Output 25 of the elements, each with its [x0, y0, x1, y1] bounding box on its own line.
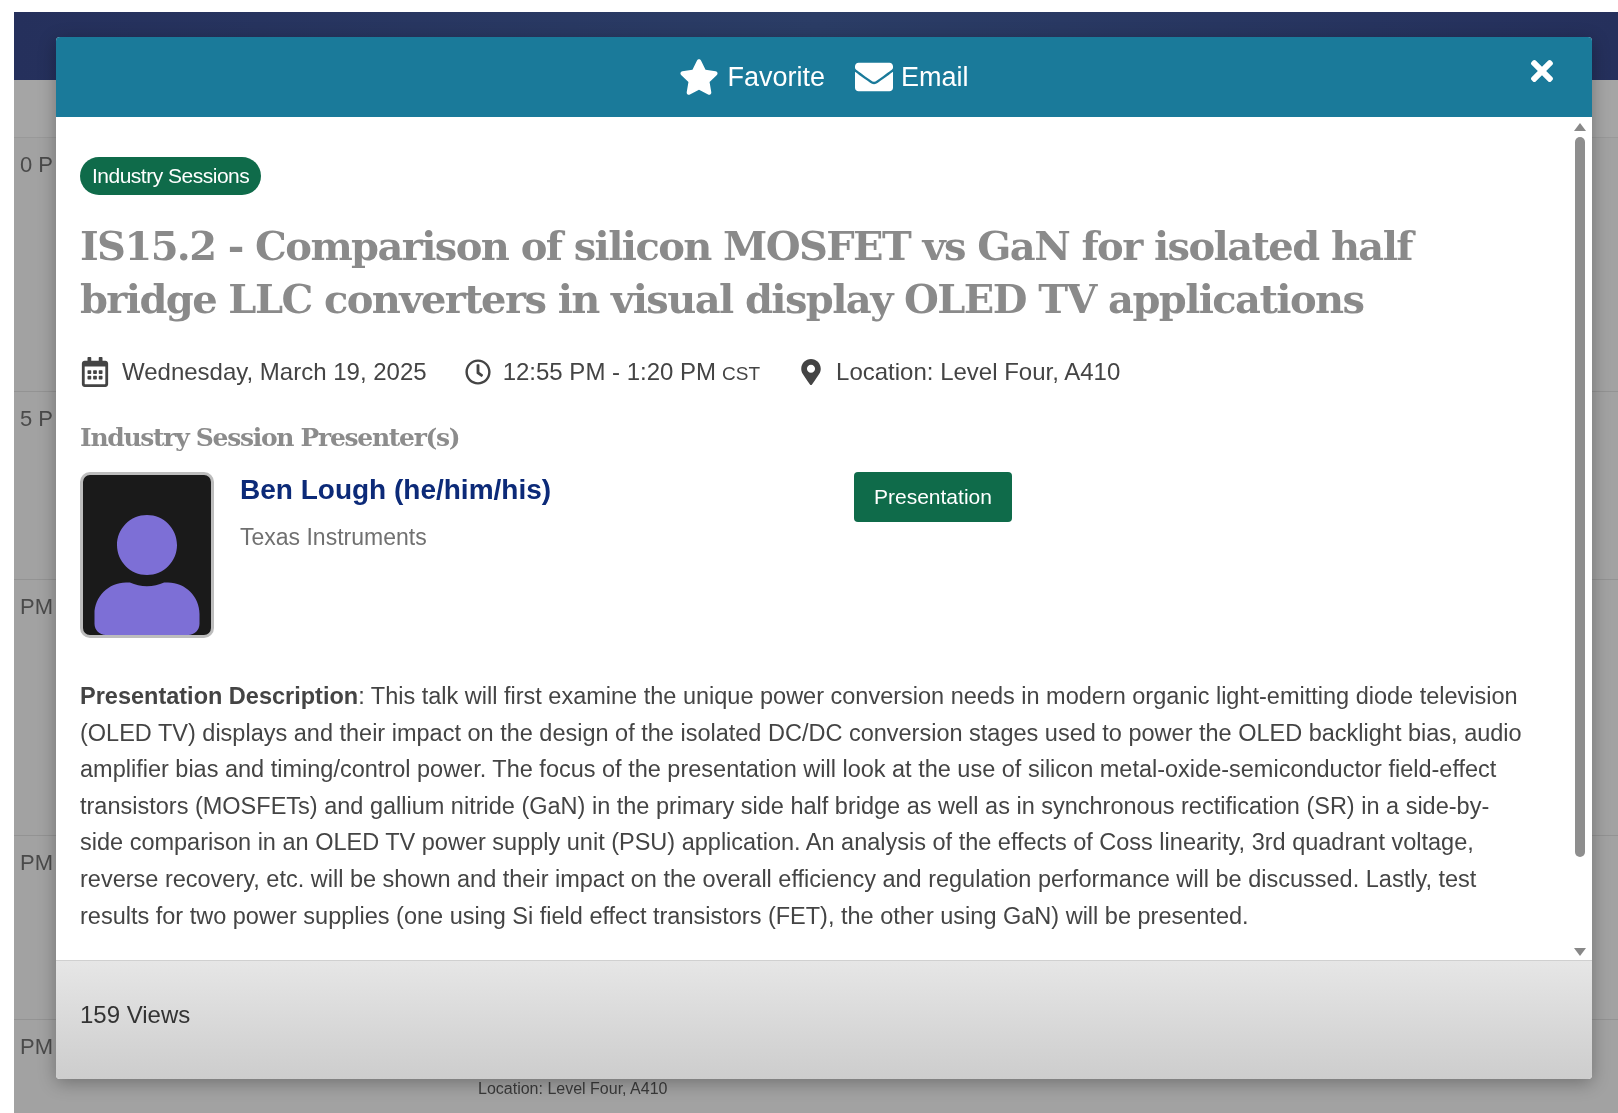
- time-label: 5 P: [20, 406, 54, 431]
- session-time: 12:55 PM - 1:20 PM CST: [502, 358, 761, 386]
- scrollbar[interactable]: [1572, 123, 1588, 956]
- favorite-button[interactable]: Favorite: [679, 57, 825, 97]
- session-location: Location: Level Four, A410: [836, 358, 1121, 386]
- star-icon: [679, 57, 720, 97]
- presenter-name-link[interactable]: Ben Lough (he/him/his): [240, 474, 552, 506]
- time-label: 0 P: [20, 152, 54, 177]
- email-button[interactable]: Email: [855, 58, 969, 96]
- session-date: Wednesday, March 19, 2025: [122, 358, 427, 386]
- clock-icon: [464, 359, 491, 385]
- presentation-button[interactable]: Presentation: [854, 472, 1012, 522]
- category-badge: Industry Sessions: [80, 157, 262, 195]
- session-title: IS15.2 - Comparison of silicon MOSFET vs GaN for isolated half bridge LLC converters in visual display OLED TV applications: [80, 219, 1500, 325]
- view-count: 159 Views: [80, 1001, 191, 1029]
- presentation-description: Presentation Description: This talk will first examine the unique power conversion needs in modern organic light-emitting diode television (OLED TV) displays and their impact on the design of the isolated DC/DC conversion stages used to power the OLED backlight bias, audio amplifier bias and timing/control power. The focus of the presentation will look at the use of silicon metal-oxide-semiconductor field-effect transistors (MOSFETs) and gallium nitride (GaN) in the primary side half bridge as well as in synchronous rectification (SR) in a side-by-side comparison in an OLED TV power supply unit (PSU) application. An analysis of the effects of Coss linearity, 3rd quadrant voltage, reverse recovery, etc. will be shown and their impact on the overall efficiency and regulation performance will be discussed. Lastly, test results for two power supplies (one using Si field effect transistors (FET), the other using GaN) will be presented.: [80, 682, 1523, 931]
- scroll-down-arrow-icon[interactable]: [1574, 948, 1586, 956]
- time-label: PM: [20, 850, 53, 875]
- presenters-heading: Industry Session Presenter(s): [80, 423, 461, 452]
- session-location: Location: Level Four, A410: [478, 1080, 668, 1098]
- time-label: PM: [20, 1034, 53, 1059]
- calendar-icon: [80, 357, 110, 387]
- presenter-company: Texas Instruments: [240, 524, 428, 551]
- time-label: PM: [20, 594, 53, 619]
- scroll-up-arrow-icon[interactable]: [1574, 123, 1586, 131]
